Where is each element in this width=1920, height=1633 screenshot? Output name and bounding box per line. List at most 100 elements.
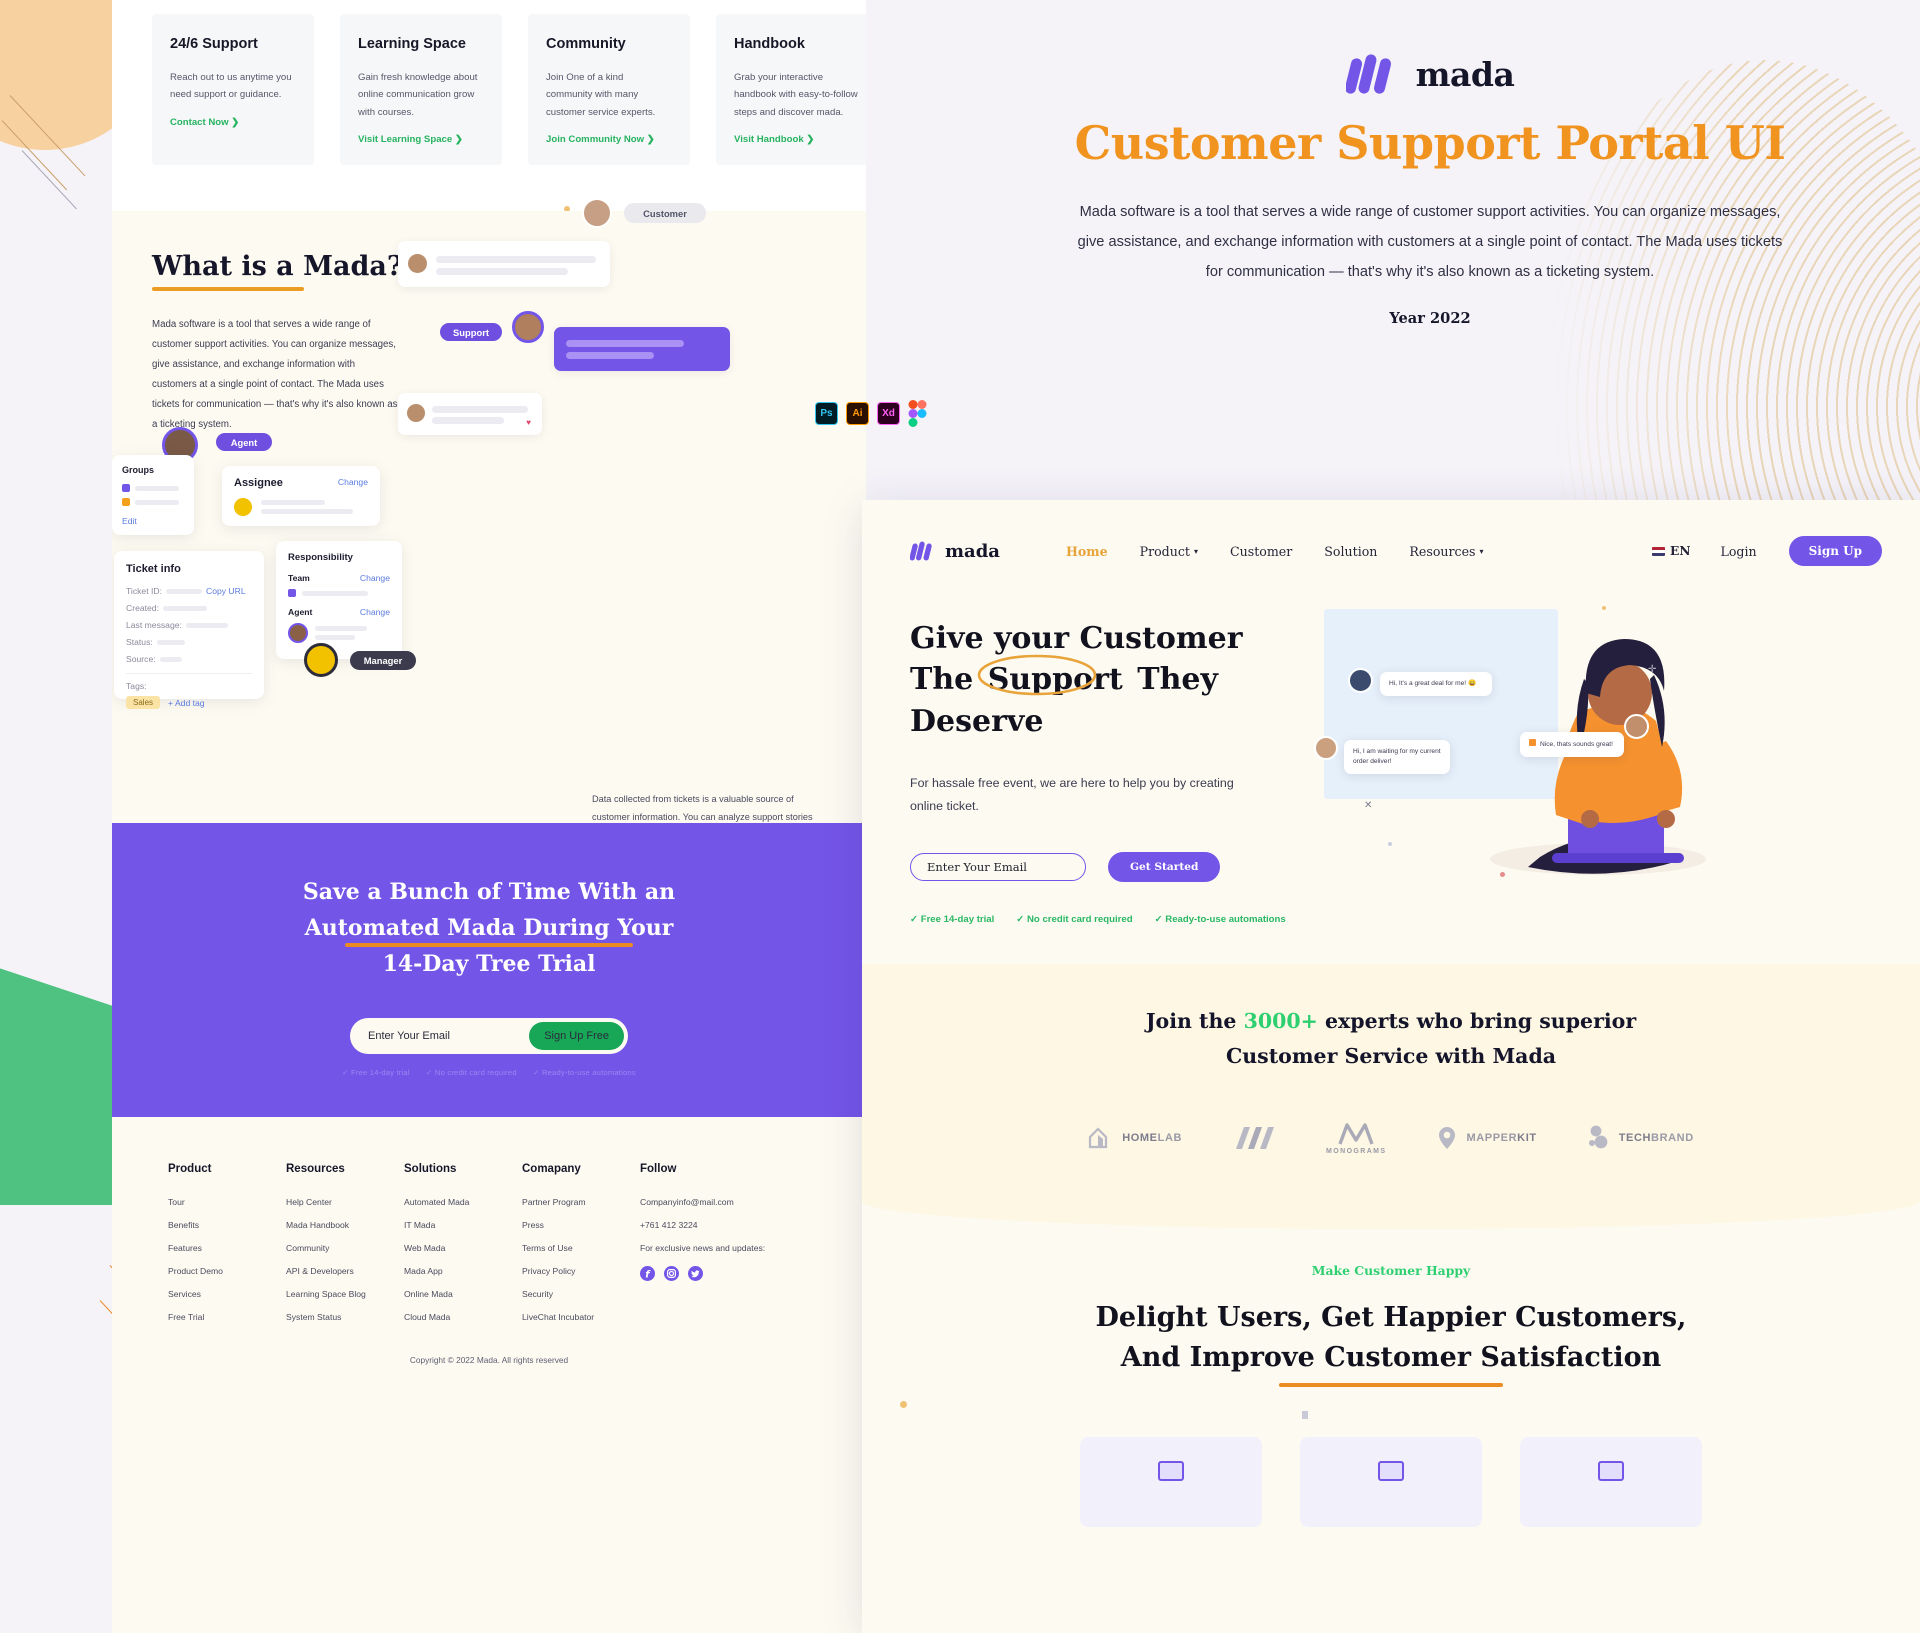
hero-benefit-list: ✓ Free 14-day trial ✓ No credit card req… [910, 914, 1302, 925]
login-link[interactable]: Login [1720, 544, 1756, 559]
hero-check-2: ✓ No credit card required [1016, 914, 1133, 926]
instagram-icon[interactable] [664, 1266, 679, 1282]
footer-link[interactable]: Cloud Mada [404, 1312, 522, 1322]
nav-label: Home [1065, 543, 1108, 559]
chat-chip: Hi, It's a great deal for me! 😄 [1380, 672, 1492, 696]
feature-card[interactable]: Handbook Grab your interactive handbook … [716, 14, 866, 166]
footer-link[interactable]: Automated Mada [404, 1197, 522, 1207]
bottom-card[interactable] [1300, 1436, 1482, 1527]
section-heading: What is a Mada? [152, 251, 403, 283]
hero-check-1: ✓ Free 14-day trial [910, 914, 995, 926]
ticket-info-card[interactable]: Ticket info Ticket ID: Copy URL Created:… [114, 551, 264, 710]
bottom-card[interactable] [1520, 1436, 1702, 1527]
footer-link[interactable]: Help Center [286, 1197, 404, 1207]
footer-column-resources: Resources Help Center Mada Handbook Comm… [286, 1163, 404, 1335]
nav-item-resources[interactable]: Resources ▾ [1409, 544, 1483, 559]
footer-link[interactable]: Tour [168, 1197, 286, 1207]
site-logo-text: mada [945, 540, 1000, 562]
footer-link[interactable]: Product Demo [168, 1266, 286, 1276]
nav-item-home[interactable]: Home [1066, 544, 1108, 559]
twitter-icon[interactable] [688, 1266, 703, 1282]
chevron-down-icon: ▾ [1193, 546, 1198, 556]
copy-url-link[interactable]: Copy URL [206, 586, 246, 596]
feature-card[interactable]: Learning Space Gain fresh knowledge abou… [340, 14, 502, 166]
hero-email-input[interactable]: Enter Your Email [910, 853, 1086, 882]
groups-card[interactable]: Groups Edit [112, 455, 194, 536]
team-change-link[interactable]: Change [360, 573, 390, 583]
site-logo[interactable]: mada [910, 540, 1000, 562]
feature-card[interactable]: 24/6 Support Reach out to us anytime you… [152, 14, 314, 166]
footer-phone[interactable]: +761 412 3224 [640, 1220, 790, 1230]
footer-link[interactable]: Features [168, 1243, 286, 1253]
footer-link[interactable]: Benefits [168, 1220, 286, 1230]
assignee-card[interactable]: Assignee Change [222, 466, 380, 527]
nav-label: Resources [1409, 543, 1476, 559]
mada-logo-icon [1345, 54, 1391, 94]
groups-edit-link[interactable]: Edit [122, 516, 184, 526]
footer-link[interactable]: Privacy Policy [522, 1266, 640, 1276]
avatar [408, 254, 427, 274]
footer-link[interactable]: Online Mada [404, 1289, 522, 1299]
footer-link[interactable]: IT Mada [404, 1220, 522, 1230]
nav-item-product[interactable]: Product ▾ [1140, 544, 1198, 559]
footer-link[interactable]: API & Developers [286, 1266, 404, 1276]
delight-underline [1279, 1382, 1503, 1387]
agent-pill: Agent [216, 433, 272, 452]
signup-button[interactable]: Sign Up [1788, 536, 1882, 566]
footer-link[interactable]: Free Trial [168, 1312, 286, 1322]
cta-signup-form[interactable]: Enter Your Email Sign Up Free [350, 1018, 628, 1055]
cta-signup-button[interactable]: Sign Up Free [529, 1022, 624, 1051]
footer-link[interactable]: Services [168, 1289, 286, 1299]
agent-change-link[interactable]: Change [360, 607, 390, 617]
brand-techbrand: TECHBRAND [1587, 1125, 1694, 1151]
feature-title: 24/6 Support [170, 36, 258, 52]
footer-link[interactable]: Learning Space Blog [286, 1289, 404, 1299]
footer-link[interactable]: Mada App [404, 1266, 522, 1276]
footer-link[interactable]: Mada Handbook [286, 1220, 404, 1230]
feature-title: Community [546, 36, 626, 52]
tag-badge[interactable]: Sales [126, 696, 161, 710]
hero-word-the: The [910, 662, 974, 698]
footer-link[interactable]: System Status [286, 1312, 404, 1322]
avatar [512, 311, 544, 344]
footer-link[interactable]: LiveChat Incubator [522, 1312, 640, 1322]
footer-link[interactable]: Security [522, 1289, 640, 1299]
feature-body: Grab your interactive handbook with easy… [734, 72, 858, 118]
language-selector[interactable]: EN [1652, 544, 1690, 558]
footer-link[interactable]: Terms of Use [522, 1243, 640, 1253]
footer-column-product: Product Tour Benefits Features Product D… [168, 1163, 286, 1335]
footer-link[interactable]: Community [286, 1243, 404, 1253]
cta-banner: Save a Bunch of Time With an Automated M… [112, 823, 866, 1118]
footer-newsletter-note: For exclusive news and updates: [640, 1243, 766, 1254]
brand-name-rest: MONOGRAMS [1326, 1147, 1387, 1155]
facebook-icon[interactable]: f [640, 1266, 655, 1282]
footer-email[interactable]: Companyinfo@mail.com [640, 1197, 790, 1207]
title-block: mada Customer Support Portal UI Mada sof… [815, 0, 1920, 500]
bottom-card[interactable] [1080, 1436, 1262, 1527]
feature-link[interactable]: Visit Learning Space ❯ [358, 134, 484, 145]
support-pill: Support [440, 323, 502, 342]
feature-link[interactable]: Visit Handbook ❯ [734, 134, 860, 145]
feature-link[interactable]: Join Community Now ❯ [546, 134, 672, 145]
add-tag-link[interactable]: + Add tag [168, 698, 205, 708]
assignee-change-link[interactable]: Change [338, 477, 368, 487]
heading-underline [152, 287, 304, 292]
nav-label: Product [1139, 543, 1190, 559]
hero-heading-line-1: Give your Customer [910, 621, 1243, 656]
feature-card-row-bottom [862, 1436, 1920, 1527]
footer-link[interactable]: Web Mada [404, 1243, 522, 1253]
cta-email-input[interactable]: Enter Your Email [368, 1030, 450, 1042]
responsibility-card[interactable]: Responsibility Team Change Agent Change [276, 541, 402, 660]
avatar [1348, 668, 1373, 693]
get-started-button[interactable]: Get Started [1108, 852, 1221, 883]
chat-chip: Nice, thats sounds great! [1520, 732, 1624, 757]
footer-link[interactable]: Partner Program [522, 1197, 640, 1207]
feature-link[interactable]: Contact Now ❯ [170, 117, 296, 128]
nav-item-customer[interactable]: Customer [1230, 544, 1292, 559]
nav-item-solution[interactable]: Solution [1324, 544, 1377, 559]
tags-label: Tags: [126, 681, 147, 692]
footer-link[interactable]: Press [522, 1220, 640, 1230]
feature-card[interactable]: Community Join One of a kind community w… [528, 14, 690, 166]
footer-heading: Resources [286, 1163, 345, 1176]
footer-heading: Product [168, 1163, 212, 1176]
